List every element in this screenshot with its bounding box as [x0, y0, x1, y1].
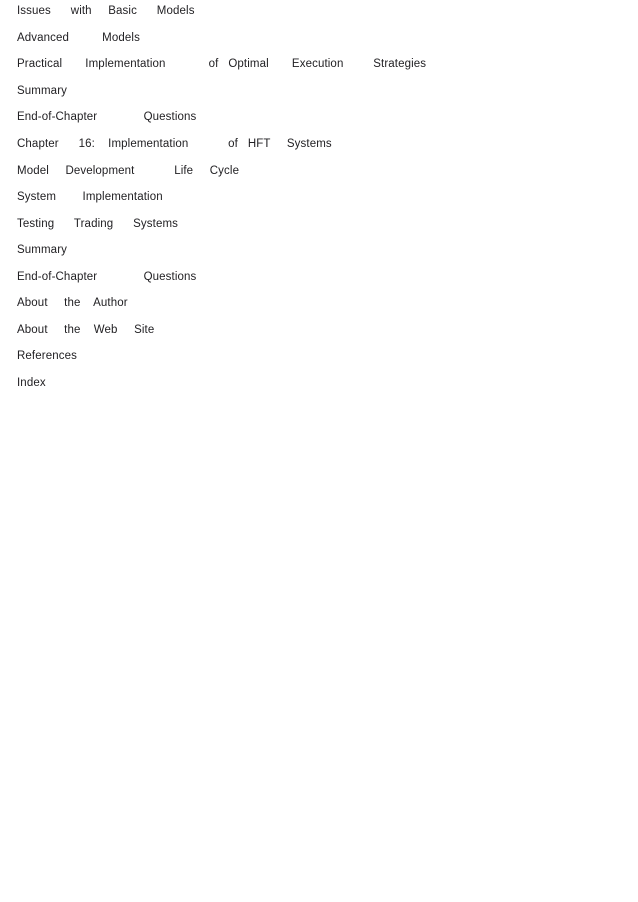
toc-entry: References — [17, 350, 77, 362]
toc-entry: About the Web Site — [17, 323, 155, 336]
toc-entry: Issues with Basic Models — [17, 5, 195, 17]
toc-entry: Summary — [17, 244, 68, 256]
toc-entry: Summary — [17, 84, 68, 97]
toc-entry: Index — [17, 376, 46, 389]
toc-entry: About the Author — [17, 297, 128, 309]
toc-entry: End-of-Chapter Questions — [17, 111, 197, 123]
toc-entry: End-of-Chapter Questions — [17, 270, 197, 283]
toc-entry: Advanced Models — [17, 31, 140, 44]
toc-entry: Testing Trading Systems — [17, 217, 179, 230]
toc-entry: System Implementation — [17, 191, 163, 203]
toc-entry: Model Development Life Cycle — [17, 164, 240, 177]
toc-entry: Chapter 16: Implementation of HFT System… — [17, 138, 332, 150]
toc-entry: Practical Implementation of Optimal Exec… — [17, 58, 427, 70]
document-page: Issues with Basic Models Advanced Models P… — [0, 0, 638, 902]
